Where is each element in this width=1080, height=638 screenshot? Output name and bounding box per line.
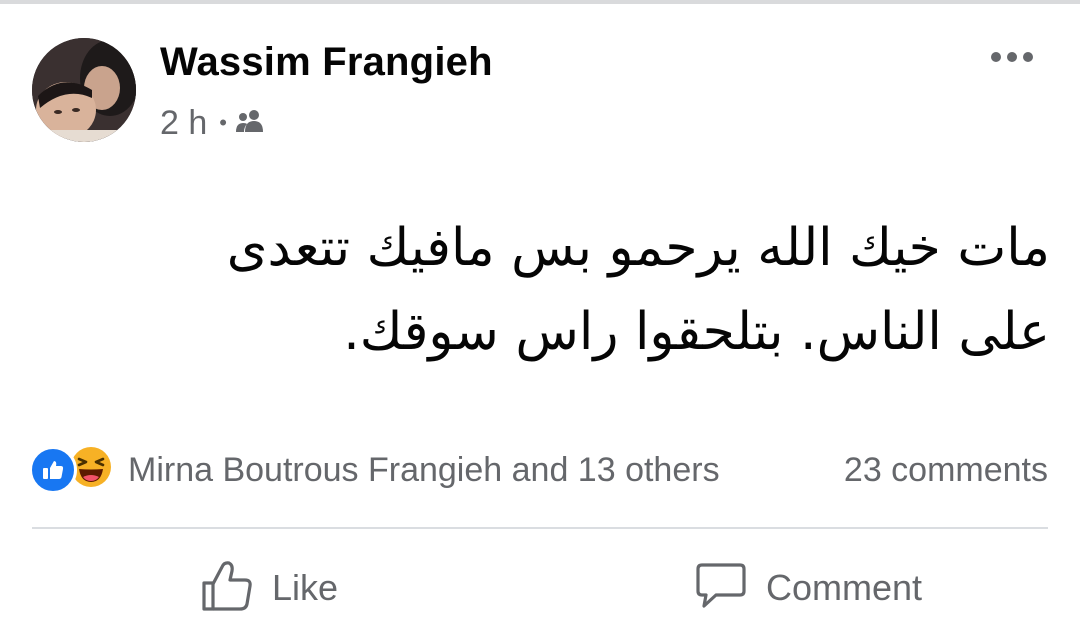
like-icon [29,446,77,494]
comment-label: Comment [766,567,923,608]
reactors-summary[interactable]: Mirna Boutrous Frangieh and 13 others [128,451,720,490]
like-label: Like [272,567,339,608]
post-card: Wassim Frangieh 2 h • مات خيك الله يرحمو… [0,0,1080,638]
more-options-icon[interactable] [984,44,1040,70]
divider [32,527,1048,529]
post-text: مات خيك الله يرحمو بس مافيك تتعدى على ال… [60,206,1050,374]
comment-icon [694,559,748,618]
reaction-icons[interactable] [29,446,120,494]
post-text-line: على الناس. بتلحقوا راس سوقك. [343,302,1050,362]
avatar[interactable] [32,38,136,142]
author-name[interactable]: Wassim Frangieh [160,40,493,85]
post-time[interactable]: 2 h [160,104,207,143]
post-meta: 2 h • [160,102,265,144]
comments-count[interactable]: 23 comments [844,451,1048,490]
friends-icon[interactable] [235,104,265,143]
like-button[interactable]: Like [200,556,338,620]
reactions-bar: Mirna Boutrous Frangieh and 13 others 23… [29,445,1048,497]
meta-separator: • [219,110,227,135]
comment-button[interactable]: Comment [694,556,922,620]
thumbs-up-icon [200,559,254,618]
post-text-line: مات خيك الله يرحمو بس مافيك تتعدى [226,218,1050,278]
